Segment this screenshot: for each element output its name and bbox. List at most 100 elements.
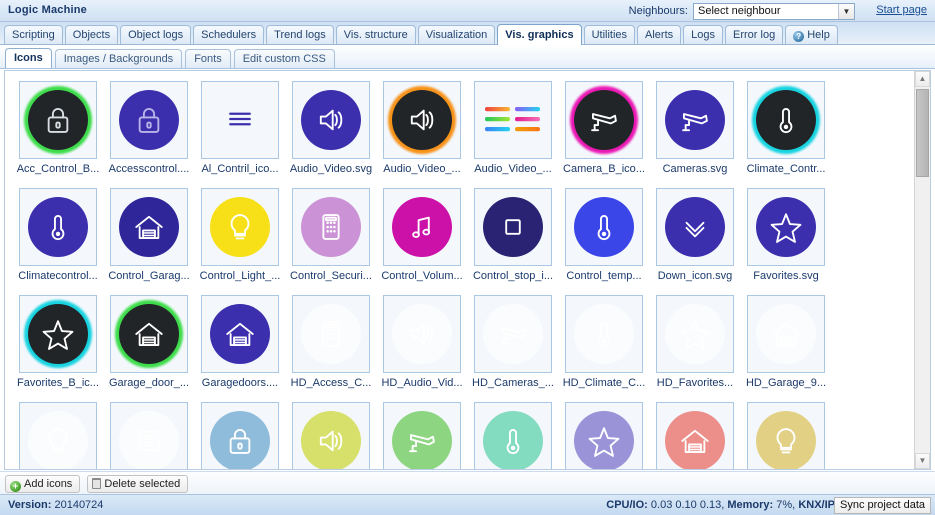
icon-grid-cell[interactable] <box>104 402 194 469</box>
icon-grid-cell[interactable]: Al_Contril_ico... <box>195 81 285 178</box>
icon-thumbnail[interactable] <box>747 81 825 159</box>
icon-thumbnail[interactable] <box>747 402 825 469</box>
icon-thumbnail[interactable] <box>474 81 552 159</box>
icon-grid-cell[interactable]: Audio_Video_... <box>377 81 467 178</box>
icon-grid-cell[interactable]: HD_Climate_C... <box>559 295 649 392</box>
main-tab-help[interactable]: ? Help <box>785 25 838 44</box>
main-tab-visualization[interactable]: Visualization <box>417 25 496 44</box>
start-page-link[interactable]: Start page <box>876 4 927 16</box>
icon-thumbnail[interactable] <box>19 188 97 266</box>
icon-grid-cell[interactable]: Favorites_B_ic... <box>13 295 103 392</box>
icon-thumbnail[interactable] <box>656 295 734 373</box>
icon-grid-cell[interactable]: Garage_door_... <box>104 295 194 392</box>
sub-tab-images-backgrounds[interactable]: Images / Backgrounds <box>54 49 183 68</box>
icon-thumbnail[interactable] <box>201 188 279 266</box>
sub-tab-edit-custom-css[interactable]: Edit custom CSS <box>233 49 335 68</box>
icon-grid-cell[interactable]: Control_temp... <box>559 188 649 285</box>
icon-grid-cell[interactable]: Acc_Control_B... <box>13 81 103 178</box>
icon-grid-cell[interactable] <box>650 402 740 469</box>
icon-grid-cell[interactable] <box>741 402 831 469</box>
icon-grid-cell[interactable]: HD_Audio_Vid... <box>377 295 467 392</box>
scrollbar-thumb[interactable] <box>916 89 929 177</box>
icon-grid-cell[interactable]: Control_Light_... <box>195 188 285 285</box>
icon-grid-cell[interactable]: HD_Cameras_... <box>468 295 558 392</box>
icon-grid-cell[interactable]: HD_Access_C... <box>286 295 376 392</box>
chevron-down-icon[interactable]: ▼ <box>838 4 854 19</box>
icon-grid-cell[interactable]: Audio_Video.svg <box>286 81 376 178</box>
icon-thumbnail[interactable] <box>110 81 188 159</box>
icon-thumbnail[interactable] <box>383 81 461 159</box>
icon-grid-cell[interactable]: Down_icon.svg <box>650 188 740 285</box>
icon-thumbnail[interactable] <box>565 188 643 266</box>
icon-thumbnail[interactable] <box>474 188 552 266</box>
icon-thumbnail[interactable] <box>292 295 370 373</box>
icon-thumbnail[interactable] <box>656 81 734 159</box>
icon-disc <box>28 90 88 150</box>
main-tab-alerts[interactable]: Alerts <box>637 25 682 44</box>
scroll-up-button[interactable]: ▲ <box>915 71 930 87</box>
icon-thumbnail[interactable] <box>656 402 734 469</box>
main-tab-logs[interactable]: Logs <box>683 25 724 44</box>
icon-grid-cell[interactable]: Climatecontrol... <box>13 188 103 285</box>
icon-thumbnail[interactable] <box>565 81 643 159</box>
icon-grid-cell[interactable] <box>468 402 558 469</box>
icon-thumbnail[interactable] <box>292 81 370 159</box>
icon-grid-cell[interactable]: HD_Favorites... <box>650 295 740 392</box>
icon-thumbnail[interactable] <box>201 402 279 469</box>
icon-thumbnail[interactable] <box>110 402 188 469</box>
vertical-scrollbar[interactable]: ▲ ▼ <box>914 71 930 469</box>
scroll-down-button[interactable]: ▼ <box>915 453 930 469</box>
icon-thumbnail[interactable] <box>110 295 188 373</box>
main-tab-object-logs[interactable]: Object logs <box>120 25 192 44</box>
icon-thumbnail[interactable] <box>383 295 461 373</box>
icon-thumbnail[interactable] <box>747 188 825 266</box>
icon-grid-cell[interactable]: Control_Volum... <box>377 188 467 285</box>
main-tab-error-log[interactable]: Error log <box>725 25 784 44</box>
icon-grid-cell[interactable] <box>377 402 467 469</box>
icon-grid-cell[interactable]: HD_Garage_9... <box>741 295 831 392</box>
main-tab-trend-logs[interactable]: Trend logs <box>266 25 334 44</box>
icon-thumbnail[interactable] <box>201 81 279 159</box>
icon-grid-cell[interactable]: Climate_Contr... <box>741 81 831 178</box>
icon-thumbnail[interactable] <box>201 295 279 373</box>
icon-thumbnail[interactable] <box>292 402 370 469</box>
main-tab-scripting[interactable]: Scripting <box>4 25 63 44</box>
sync-project-data-button[interactable]: Sync project data <box>834 497 931 514</box>
icon-grid-cell[interactable] <box>559 402 649 469</box>
icon-grid-cell[interactable]: Control_stop_i... <box>468 188 558 285</box>
icon-thumbnail[interactable] <box>565 295 643 373</box>
icon-grid-cell[interactable]: Camera_B_ico... <box>559 81 649 178</box>
icon-thumbnail[interactable] <box>292 188 370 266</box>
icon-grid-cell[interactable]: Garagedoors.... <box>195 295 285 392</box>
icon-thumbnail[interactable] <box>383 402 461 469</box>
main-tab-schedulers[interactable]: Schedulers <box>193 25 265 44</box>
delete-selected-button[interactable]: Delete selected <box>87 475 189 493</box>
sub-tab-fonts[interactable]: Fonts <box>185 49 231 68</box>
icon-grid-cell[interactable]: Control_Garag... <box>104 188 194 285</box>
icon-grid-cell[interactable]: Cameras.svg <box>650 81 740 178</box>
add-icons-button[interactable]: + Add icons <box>5 475 81 493</box>
icon-thumbnail[interactable] <box>565 402 643 469</box>
sub-tab-icons[interactable]: Icons <box>5 48 52 68</box>
main-tab-utilities[interactable]: Utilities <box>583 25 636 44</box>
icon-thumbnail[interactable] <box>110 188 188 266</box>
icon-thumbnail[interactable] <box>19 81 97 159</box>
icon-thumbnail[interactable] <box>474 402 552 469</box>
icon-thumbnail[interactable] <box>19 402 97 469</box>
neighbour-select[interactable]: Select neighbour ▼ <box>693 3 855 20</box>
main-tab-vis-structure[interactable]: Vis. structure <box>335 25 416 44</box>
main-tab-objects[interactable]: Objects <box>64 25 119 44</box>
icon-thumbnail[interactable] <box>474 295 552 373</box>
icon-grid-cell[interactable]: Control_Securi... <box>286 188 376 285</box>
icon-grid-cell[interactable] <box>13 402 103 469</box>
icon-thumbnail[interactable] <box>747 295 825 373</box>
main-tab-vis-graphics[interactable]: Vis. graphics <box>497 24 582 45</box>
icon-grid-cell[interactable] <box>286 402 376 469</box>
icon-grid-cell[interactable]: Audio_Video_... <box>468 81 558 178</box>
icon-grid-cell[interactable] <box>195 402 285 469</box>
icon-grid-cell[interactable]: Favorites.svg <box>741 188 831 285</box>
icon-thumbnail[interactable] <box>656 188 734 266</box>
icon-grid-cell[interactable]: Accesscontrol.... <box>104 81 194 178</box>
icon-thumbnail[interactable] <box>19 295 97 373</box>
icon-thumbnail[interactable] <box>383 188 461 266</box>
